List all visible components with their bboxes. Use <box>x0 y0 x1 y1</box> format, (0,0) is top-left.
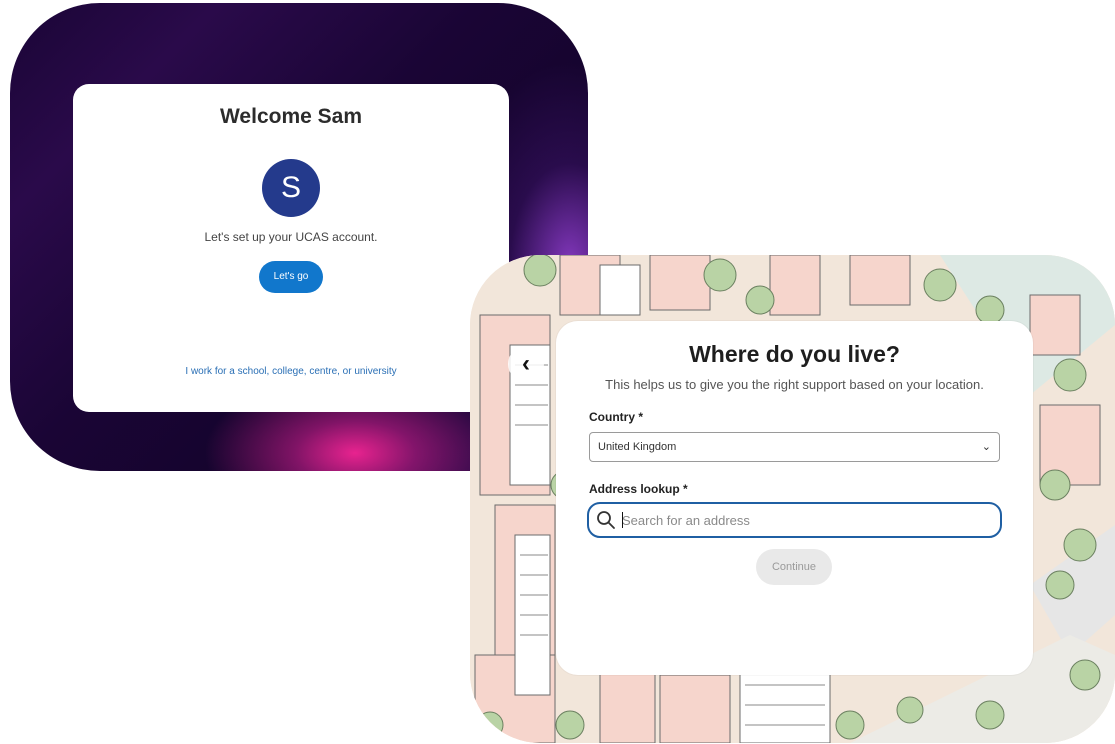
address-search-field[interactable] <box>587 502 1002 538</box>
country-select[interactable]: United Kingdom ⌄ <box>589 432 1000 462</box>
country-value: United Kingdom <box>598 441 677 453</box>
search-icon <box>597 511 615 529</box>
text-caret <box>622 512 623 528</box>
page-subtitle: This helps us to give you the right supp… <box>605 377 984 392</box>
page-title: Where do you live? <box>689 341 900 367</box>
welcome-title: Welcome Sam <box>219 105 362 128</box>
country-label: Country * <box>589 410 643 424</box>
continue-button[interactable]: Continue <box>756 549 832 585</box>
welcome-message: Let's set up your UCAS account. <box>204 230 378 244</box>
chevron-left-icon: ‹ <box>522 350 530 377</box>
address-screen: ‹ Where do you live? This helps us to gi… <box>470 255 1115 743</box>
chevron-down-icon: ⌄ <box>981 441 991 453</box>
address-card: Where do you live? This helps us to give… <box>556 321 1033 675</box>
back-button[interactable]: ‹ <box>508 346 544 382</box>
address-lookup-label: Address lookup * <box>589 482 688 496</box>
address-search-input[interactable] <box>622 508 982 532</box>
welcome-card: Welcome Sam S Let's set up your UCAS acc… <box>73 84 509 412</box>
lets-go-button[interactable]: Let's go <box>259 261 323 293</box>
school-staff-link[interactable]: I work for a school, college, centre, or… <box>73 366 509 377</box>
avatar: S <box>262 159 320 217</box>
